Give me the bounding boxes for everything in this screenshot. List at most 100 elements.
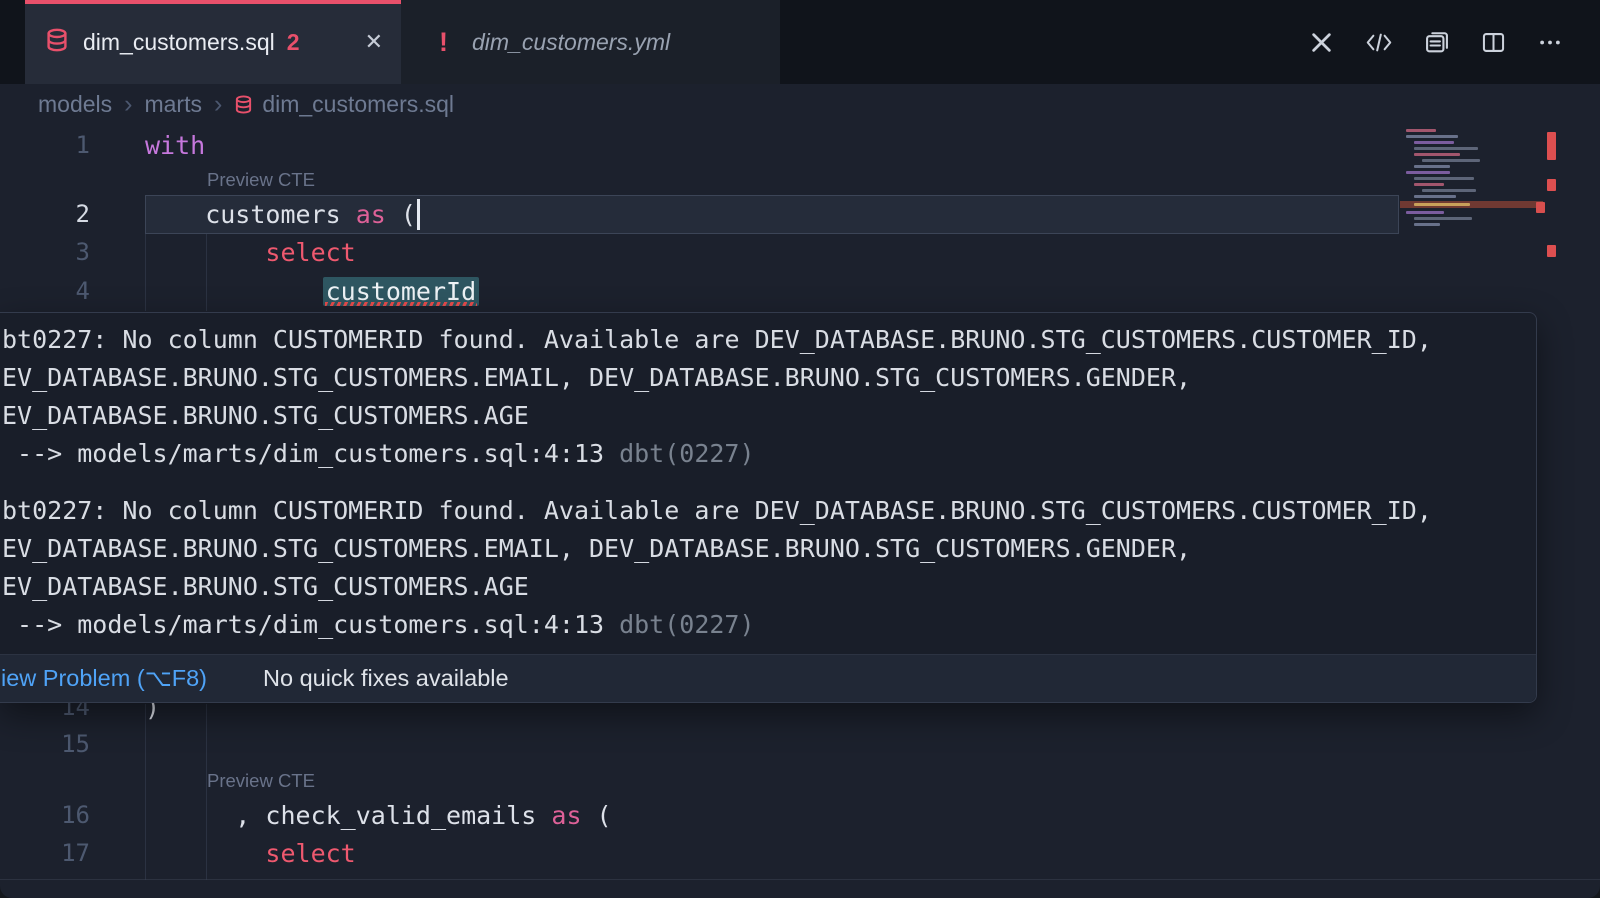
line-number: 16 [0, 796, 90, 835]
overview-ruler-error-mark [1547, 245, 1556, 257]
close-icon[interactable]: ✕ [365, 29, 383, 55]
breadcrumb-marts[interactable]: marts [144, 91, 202, 118]
overview-ruler-error-mark [1547, 179, 1556, 191]
minimap-line [1422, 189, 1476, 192]
split-editor-icon[interactable] [1480, 29, 1507, 56]
diagnostic-line: EV_DATABASE.BRUNO.STG_CUSTOMERS.EMAIL, D… [2, 359, 1526, 397]
copy-table-icon[interactable] [1423, 28, 1451, 56]
database-icon [45, 28, 69, 57]
minimap-line [1406, 129, 1436, 132]
breadcrumb-models[interactable]: models [38, 91, 112, 118]
diagnostic-location: --> models/marts/dim_customers.sql:4:13 [2, 610, 604, 639]
minimap-line [1406, 135, 1458, 138]
overview-ruler-error-mark [1547, 132, 1556, 160]
database-icon [234, 93, 253, 120]
code-token: select [145, 238, 356, 267]
code-token: customers [145, 200, 356, 229]
minimap-line [1414, 177, 1474, 180]
code-line[interactable]: 4 customerId [0, 272, 1400, 311]
code-icon[interactable] [1364, 29, 1394, 56]
error-indicator-icon: ! [439, 27, 448, 58]
diagnostic-line: EV_DATABASE.BRUNO.STG_CUSTOMERS.AGE [2, 397, 1526, 435]
code-line[interactable]: 16 , check_valid_emails as ( [0, 796, 1400, 835]
code-text: customers as ( [145, 195, 416, 234]
indent-guide [206, 234, 207, 311]
x-icon[interactable] [1308, 29, 1335, 56]
editor-window: dim_customers.sql 2 ✕ ! dim_customers.ym… [0, 0, 1600, 898]
code-token: ( [386, 200, 416, 229]
minimap-line [1414, 153, 1460, 156]
minimap-line [1406, 211, 1444, 214]
code-token: as [356, 200, 386, 229]
tab-label: dim_customers.yml [472, 29, 670, 56]
code-text: select [145, 233, 356, 272]
diagnostic-location: --> models/marts/dim_customers.sql:4:13 [2, 439, 604, 468]
minimap-line [1414, 165, 1450, 168]
diagnostic-code: dbt(0227) [619, 610, 754, 639]
overview-ruler[interactable] [1545, 124, 1560, 880]
code-text: select [145, 834, 356, 873]
diagnostic-line: EV_DATABASE.BRUNO.STG_CUSTOMERS.AGE [2, 568, 1526, 606]
line-number: 2 [0, 195, 90, 234]
tab-dim-customers-sql[interactable]: dim_customers.sql 2 ✕ [25, 0, 401, 84]
minimap-line [1406, 171, 1450, 174]
breadcrumb-file[interactable]: dim_customers.sql [262, 91, 454, 118]
diagnostic-message: bt0227: No column CUSTOMERID found. Avai… [2, 321, 1526, 473]
diagnostic-location-line: --> models/marts/dim_customers.sql:4:13 d… [2, 606, 1526, 644]
minimap-line [1414, 217, 1472, 220]
code-line[interactable]: 17 select [0, 834, 1400, 873]
code-line[interactable]: 2 customers as ( [0, 195, 1400, 234]
line-number: 17 [0, 834, 90, 873]
code-line[interactable]: 3 select [0, 233, 1400, 272]
chevron-right-icon: › [124, 90, 132, 119]
breadcrumb: models › marts › dim_customers.sql [0, 84, 1600, 124]
minimap-line [1414, 195, 1456, 198]
minimap-line [1414, 147, 1478, 150]
code-token: ( [582, 801, 612, 830]
indent-guide [145, 704, 146, 880]
minimap-line [1422, 159, 1480, 162]
diagnostic-line: bt0227: No column CUSTOMERID found. Avai… [2, 492, 1526, 530]
code-line[interactable]: 15 [0, 725, 1400, 764]
tab-bar: dim_customers.sql 2 ✕ ! dim_customers.ym… [0, 0, 1600, 84]
code-text: with [145, 126, 205, 165]
window-bottom-edge [0, 879, 1600, 880]
codelens-preview-cte[interactable]: Preview CTE [207, 167, 315, 193]
minimap[interactable] [1400, 127, 1543, 231]
line-number: 1 [0, 126, 90, 165]
error-hover-popup: bt0227: No column CUSTOMERID found. Avai… [0, 312, 1537, 703]
hover-action-bar: iew Problem (⌥F8) No quick fixes availab… [0, 654, 1536, 702]
diagnostic-message: bt0227: No column CUSTOMERID found. Avai… [2, 492, 1526, 644]
diagnostic-line: bt0227: No column CUSTOMERID found. Avai… [2, 321, 1526, 359]
tab-label: dim_customers.sql [83, 29, 275, 56]
line-number: 4 [0, 272, 90, 311]
code-text: customerId [145, 272, 476, 311]
text-cursor [417, 199, 420, 230]
minimap-line [1414, 141, 1454, 144]
more-actions-icon[interactable] [1536, 29, 1564, 56]
minimap-line [1414, 183, 1444, 186]
indent-guide [206, 704, 207, 880]
diagnostic-location-line: --> models/marts/dim_customers.sql:4:13 d… [2, 435, 1526, 473]
line-number: 15 [0, 725, 90, 764]
editor-actions [1308, 0, 1564, 84]
view-problem-link[interactable]: iew Problem (⌥F8) [1, 655, 207, 702]
tab-dim-customers-yml[interactable]: ! dim_customers.yml [401, 0, 780, 84]
indent-guide [145, 234, 146, 311]
line-number: 3 [0, 233, 90, 272]
minimap-line [1414, 223, 1440, 226]
code-token [145, 277, 326, 306]
diagnostic-code: dbt(0227) [619, 439, 754, 468]
code-token: select [145, 839, 356, 868]
error-token-customerid[interactable]: customerId [323, 277, 480, 306]
diagnostic-line: EV_DATABASE.BRUNO.STG_CUSTOMERS.EMAIL, D… [2, 530, 1526, 568]
code-text: , check_valid_emails as ( [145, 796, 612, 835]
chevron-right-icon: › [214, 90, 222, 119]
no-quick-fixes-text: No quick fixes available [263, 655, 509, 702]
minimap-line [1414, 203, 1470, 206]
codelens-preview-cte[interactable]: Preview CTE [207, 768, 315, 794]
code-token: as [551, 801, 581, 830]
code-token: with [145, 131, 205, 160]
minimap-error-badge [1536, 202, 1545, 213]
code-line[interactable]: 1 with [0, 126, 1400, 165]
